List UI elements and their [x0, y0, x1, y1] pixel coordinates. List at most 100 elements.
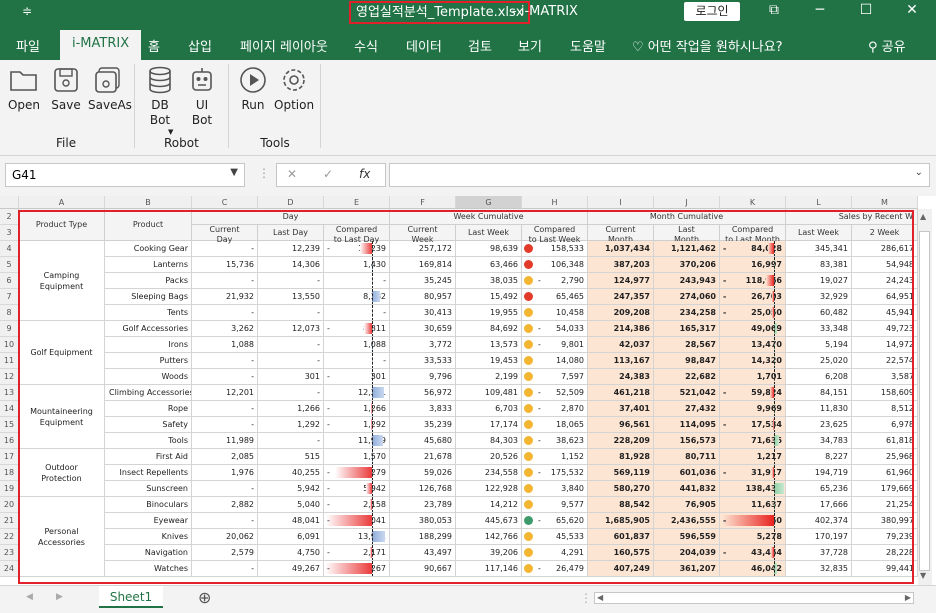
row-header[interactable]: 5	[0, 257, 19, 273]
option-button[interactable]: Option	[274, 66, 314, 112]
sheet-tab[interactable]: Sheet1	[99, 586, 163, 608]
tab-help[interactable]: 도움말	[570, 36, 606, 55]
row-header[interactable]: 12	[0, 369, 19, 385]
row-header[interactable]: 11	[0, 353, 19, 369]
column-header[interactable]: C	[192, 196, 258, 209]
row-header[interactable]: 15	[0, 417, 19, 433]
insert-function-icon[interactable]: fx	[359, 167, 370, 181]
data-bar	[372, 291, 380, 302]
prev-sheet-icon[interactable]: ◀	[26, 592, 33, 602]
name-box[interactable]: G41 ▼	[5, 163, 245, 187]
cancel-icon[interactable]: ✕	[287, 167, 297, 181]
product-cell: Golf Accessories	[105, 321, 192, 337]
row-header[interactable]: 23	[0, 545, 19, 561]
column-header[interactable]: M	[852, 196, 918, 209]
close-icon[interactable]: ✕	[902, 2, 922, 18]
row-header[interactable]: 19	[0, 481, 19, 497]
minimize-icon[interactable]: ─	[810, 2, 830, 18]
column-header[interactable]: A	[19, 196, 105, 209]
recent-2-week-cell: 380,997	[852, 513, 918, 529]
row-header[interactable]: 8	[0, 305, 19, 321]
save-as-button[interactable]: SaveAs	[88, 66, 132, 112]
horizontal-scrollbar[interactable]: ◀ ▶	[594, 592, 914, 604]
row-header[interactable]: 4	[0, 241, 19, 257]
data-bar	[722, 515, 774, 526]
next-sheet-icon[interactable]: ▶	[56, 592, 63, 602]
quick-access-menu-icon[interactable]: ≑	[22, 4, 32, 18]
column-header[interactable]: B	[105, 196, 192, 209]
row-header[interactable]: 16	[0, 433, 19, 449]
current-month-cell: 24,383	[588, 369, 654, 385]
compared-last-week-cell: 2,870-	[522, 401, 588, 417]
row-header[interactable]: 22	[0, 529, 19, 545]
tab-review[interactable]: 검토	[468, 36, 492, 55]
row-header[interactable]: 14	[0, 401, 19, 417]
row-header[interactable]: 7	[0, 289, 19, 305]
column-header[interactable]: K	[720, 196, 786, 209]
current-day-cell: 11,989	[192, 433, 258, 449]
minus-sign: -	[327, 548, 330, 557]
column-header[interactable]: G	[456, 196, 522, 209]
tab-imatrix[interactable]: i-MATRIX	[60, 30, 142, 60]
column-header[interactable]: I	[588, 196, 654, 209]
run-button[interactable]: Run	[238, 66, 268, 112]
tab-page-layout[interactable]: 페이지 레이아웃	[240, 36, 328, 55]
row-header[interactable]: 13	[0, 385, 19, 401]
select-all-corner[interactable]	[0, 196, 19, 209]
db-bot-button[interactable]: DB Bot ▼	[142, 66, 178, 136]
status-dot-icon	[524, 436, 533, 445]
tab-formulas[interactable]: 수식	[354, 36, 378, 55]
tab-data[interactable]: 데이터	[406, 36, 442, 55]
row-header[interactable]: 24	[0, 561, 19, 577]
current-week-cell: 380,053	[390, 513, 456, 529]
recent-last-week-cell: 65,236	[786, 481, 852, 497]
vertical-scrollbar[interactable]: ▲ ▼	[918, 209, 932, 585]
column-header[interactable]: E	[324, 196, 390, 209]
header-month-cumulative: Month Cumulative	[588, 209, 786, 225]
maximize-icon[interactable]: ☐	[856, 2, 876, 18]
scroll-thumb[interactable]	[919, 231, 930, 571]
add-sheet-icon[interactable]: ⊕	[198, 588, 211, 607]
scroll-up-icon[interactable]: ▲	[920, 212, 926, 221]
row-header[interactable]: 18	[0, 465, 19, 481]
column-header[interactable]: D	[258, 196, 324, 209]
formula-input[interactable]: ⌄	[389, 163, 930, 187]
tab-insert[interactable]: 삽입	[188, 36, 212, 55]
row-header[interactable]: 3	[0, 225, 19, 241]
current-month-cell: 580,270	[588, 481, 654, 497]
drag-handle-icon[interactable]: ⋮	[580, 591, 592, 605]
scroll-right-icon[interactable]: ▶	[905, 593, 911, 602]
save-button[interactable]: Save	[50, 66, 82, 112]
row-header[interactable]: 2	[0, 209, 19, 225]
ui-bot-button[interactable]: UI Bot	[186, 66, 218, 128]
ribbon-display-icon[interactable]: ⧉	[764, 2, 784, 18]
column-header[interactable]: J	[654, 196, 720, 209]
row-header[interactable]: 21	[0, 513, 19, 529]
row-header[interactable]: 20	[0, 497, 19, 513]
tell-me-search[interactable]: ♡ 어떤 작업을 원하시나요?	[632, 36, 783, 55]
open-button[interactable]: Open	[6, 66, 42, 112]
row-header[interactable]: 9	[0, 321, 19, 337]
share-button[interactable]: ⚲ 공유	[868, 36, 906, 55]
current-day-cell: -	[192, 353, 258, 369]
scroll-left-icon[interactable]: ◀	[597, 593, 603, 602]
login-button[interactable]: 로그인	[684, 2, 740, 21]
status-dot-icon	[524, 260, 533, 269]
last-month-cell: 521,042	[654, 385, 720, 401]
enter-icon[interactable]: ✓	[323, 167, 333, 181]
column-header[interactable]: L	[786, 196, 852, 209]
product-type-cell: Camping Equipment	[19, 241, 105, 321]
row-header[interactable]: 17	[0, 449, 19, 465]
tab-view[interactable]: 보기	[518, 36, 542, 55]
tab-home[interactable]: 홈	[148, 36, 160, 55]
column-header[interactable]: H	[522, 196, 588, 209]
drag-handle-icon[interactable]: ⋮	[258, 166, 270, 180]
axis-line	[774, 545, 775, 560]
tab-file[interactable]: 파일	[16, 36, 40, 55]
row-header[interactable]: 10	[0, 337, 19, 353]
scroll-down-icon[interactable]: ▼	[920, 571, 926, 580]
expand-icon[interactable]: ⌄	[915, 167, 923, 178]
row-header[interactable]: 6	[0, 273, 19, 289]
column-header[interactable]: F	[390, 196, 456, 209]
spreadsheet-grid[interactable]: A B C D E F G H I J K L M 2 3 4 5 6 7 8 9 10 11 12 13 14 15 16 17 18 1…	[0, 196, 936, 585]
